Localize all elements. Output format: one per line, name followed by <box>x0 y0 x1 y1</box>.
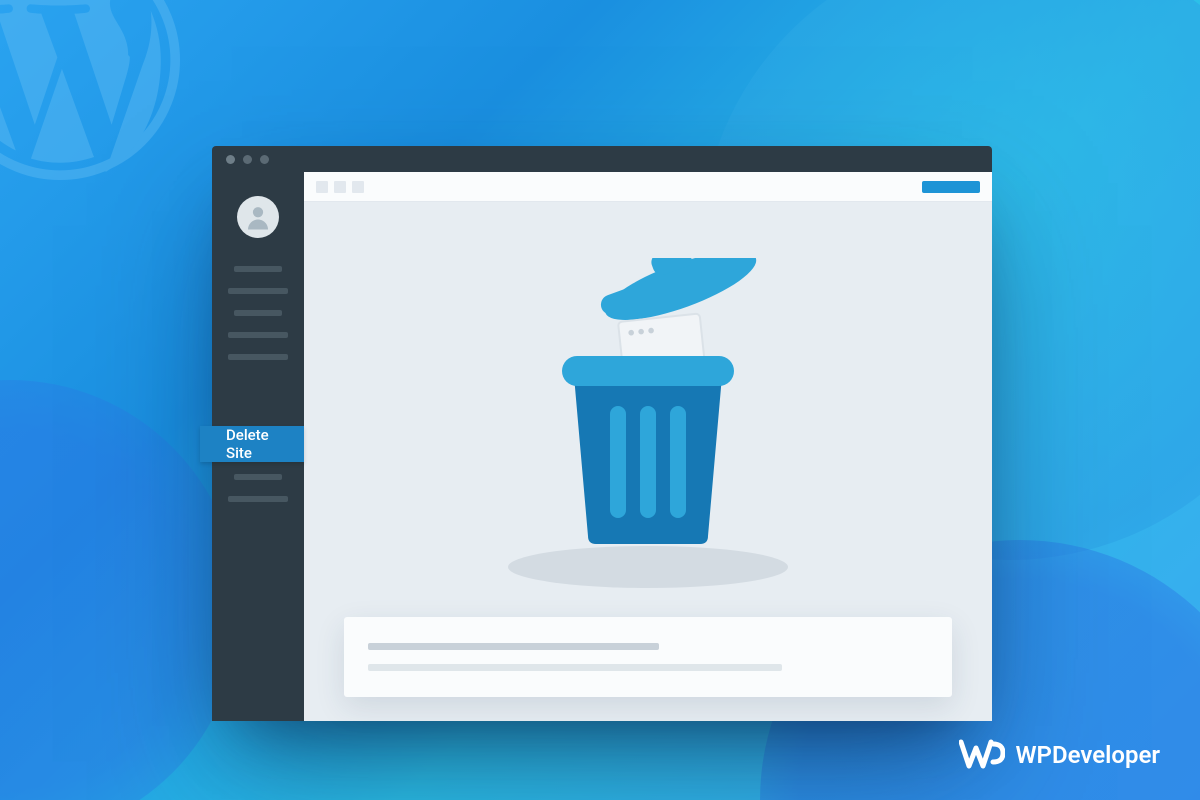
avatar[interactable] <box>237 196 279 238</box>
brand-watermark: WPDeveloper <box>959 738 1160 772</box>
delete-site-button[interactable]: Delete Site <box>200 426 304 462</box>
brand-name: WPDeveloper <box>1015 741 1160 769</box>
user-icon <box>243 202 273 232</box>
window-titlebar <box>212 146 992 172</box>
confirmation-card <box>344 617 952 697</box>
sidebar-item[interactable] <box>228 496 288 502</box>
app-window: Delete Site <box>212 146 992 721</box>
toolbar-square-icon[interactable] <box>334 181 346 193</box>
traffic-light-icon[interactable] <box>260 155 269 164</box>
sidebar-item[interactable] <box>234 266 282 272</box>
toolbar-left <box>316 181 364 193</box>
toolbar-action-button[interactable] <box>922 181 980 193</box>
card-text-line <box>368 643 659 650</box>
content-toolbar <box>304 172 992 202</box>
toolbar-square-icon[interactable] <box>352 181 364 193</box>
content-area <box>304 172 992 721</box>
delete-site-label: Delete Site <box>226 426 278 462</box>
sidebar-item[interactable] <box>234 310 282 316</box>
sidebar-item[interactable] <box>234 474 282 480</box>
wordpress-logo-icon <box>0 0 180 184</box>
toolbar-square-icon[interactable] <box>316 181 328 193</box>
sidebar-nav <box>212 266 304 502</box>
traffic-light-icon[interactable] <box>226 155 235 164</box>
sidebar: Delete Site <box>212 172 304 721</box>
sidebar-item[interactable] <box>228 288 288 294</box>
sidebar-item[interactable] <box>228 354 288 360</box>
trash-shadow <box>508 546 788 588</box>
brand-mark-icon <box>959 738 1005 772</box>
traffic-light-icon[interactable] <box>243 155 252 164</box>
sidebar-item[interactable] <box>228 332 288 338</box>
content-canvas <box>304 202 992 721</box>
trash-icon <box>518 258 778 548</box>
card-text-line <box>368 664 782 671</box>
